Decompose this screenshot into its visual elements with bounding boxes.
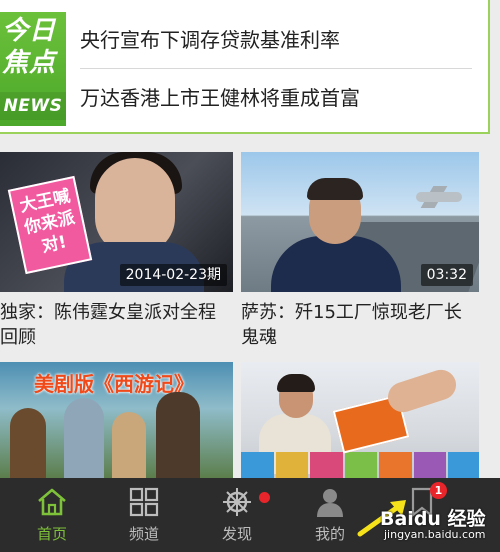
thumbnail-art	[379, 452, 412, 478]
watermark-url: jingyan.baidu.com	[384, 528, 486, 541]
logo-line-2: 焦点	[2, 48, 57, 78]
today-focus-box: 今日 焦点 NEWS 央行宣布下调存贷款基准利率 万达香港上市王健林将重成首富	[0, 0, 490, 134]
notification-count-badge: 1	[430, 482, 447, 499]
thumbnail-art	[64, 398, 104, 478]
thumbnail-art	[344, 452, 378, 478]
nav-label: 频道	[128, 525, 159, 543]
grid-icon	[129, 487, 159, 517]
thumbnail-art	[10, 408, 46, 478]
video-thumbnail[interactable]	[241, 362, 479, 478]
user-icon	[317, 489, 343, 517]
thumbnail-art	[241, 452, 479, 478]
video-card[interactable]: 美剧版《西游记》	[0, 362, 233, 478]
video-caption[interactable]: 独家：陈伟霆女皇派对全程回顾	[0, 300, 233, 350]
nav-home[interactable]: 首页	[8, 478, 96, 552]
nav-discover[interactable]: 发现	[193, 478, 281, 552]
thumbnail-art-text: 大王喊你来派对!	[7, 175, 93, 275]
duration-badge: 03:32	[420, 264, 473, 286]
video-card[interactable]	[241, 362, 479, 478]
thumbnail-art	[307, 178, 363, 200]
headline-link[interactable]: 央行宣布下调存贷款基准利率	[80, 26, 340, 54]
watermark-logo: Baidu 经验	[380, 508, 486, 530]
thumbnail-art	[413, 452, 447, 478]
video-thumbnail[interactable]: 03:32	[241, 152, 479, 292]
thumbnail-art	[277, 374, 315, 392]
divider	[80, 68, 472, 69]
thumbnail-art	[310, 452, 343, 478]
today-focus-logo: 今日 焦点 NEWS	[0, 12, 66, 126]
video-card[interactable]: 大王喊你来派对! 2014-02-23期 独家：陈伟霆女皇派对全程回顾	[0, 152, 233, 352]
home-icon	[38, 488, 66, 516]
thumbnail-art	[448, 452, 479, 478]
thumbnail-art	[112, 412, 146, 478]
notification-dot	[259, 492, 270, 503]
thumbnail-art	[95, 158, 175, 254]
thumbnail-art	[416, 192, 462, 202]
thumbnail-art	[241, 452, 274, 478]
thumbnail-art	[156, 392, 200, 478]
video-thumbnail[interactable]: 美剧版《西游记》	[0, 362, 233, 478]
helm-icon	[223, 488, 251, 516]
nav-channels[interactable]: 频道	[100, 478, 188, 552]
date-badge: 2014-02-23期	[119, 264, 227, 286]
logo-news: NEWS	[0, 92, 66, 120]
video-card[interactable]: 03:32 萨苏：歼15工厂惊现老厂长鬼魂	[241, 152, 479, 352]
thumbnail-art	[275, 452, 309, 478]
headline-link[interactable]: 万达香港上市王健林将重成首富	[80, 84, 360, 112]
nav-label: 发现	[221, 525, 252, 543]
thumbnail-art	[384, 365, 460, 417]
logo-line-1: 今日	[2, 16, 57, 46]
video-caption[interactable]: 萨苏：歼15工厂惊现老厂长鬼魂	[241, 300, 479, 350]
nav-label: 首页	[36, 525, 67, 543]
video-thumbnail[interactable]: 大王喊你来派对! 2014-02-23期	[0, 152, 233, 292]
